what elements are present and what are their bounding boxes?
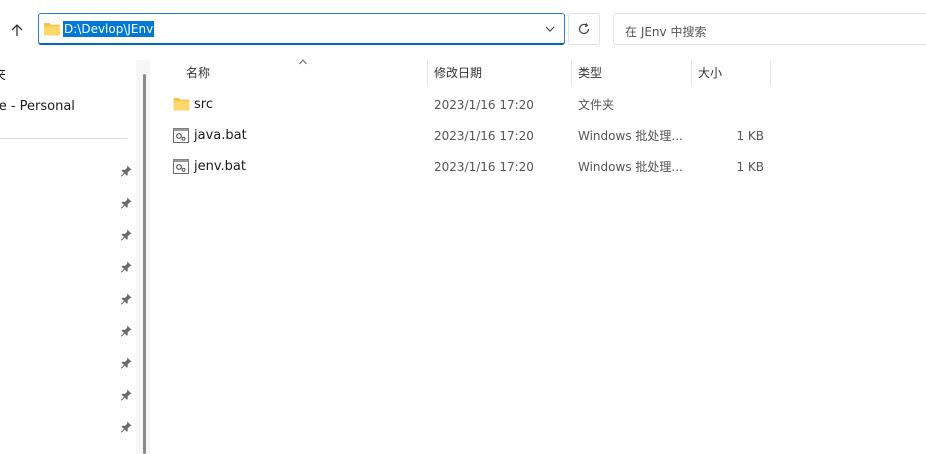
address-bar[interactable]: D:\Devlop\JEnv	[38, 13, 565, 45]
file-name[interactable]: jenv.bat	[194, 153, 246, 181]
column-header-date[interactable]: 修改日期	[434, 56, 482, 90]
pin-icon[interactable]	[119, 356, 133, 370]
search-placeholder: 在 JEnv 中搜索	[625, 25, 707, 39]
nav-item-onedrive[interactable]: ve - Personal	[0, 99, 75, 114]
sort-ascending-icon	[299, 59, 307, 65]
file-name[interactable]: java.bat	[194, 122, 247, 150]
column-separator[interactable]	[427, 60, 428, 86]
pin-icon[interactable]	[119, 420, 133, 434]
arrow-up-icon	[11, 24, 23, 36]
address-path-text[interactable]: D:\Devlop\JEnv	[63, 21, 155, 37]
column-separator[interactable]	[770, 60, 771, 86]
pin-icon[interactable]	[119, 388, 133, 402]
pin-icon[interactable]	[119, 228, 133, 242]
file-date: 2023/1/16 17:20	[434, 160, 534, 174]
nav-scrollbar-thumb[interactable]	[143, 74, 146, 454]
column-separator[interactable]	[571, 60, 572, 86]
file-type: 文件夹	[578, 98, 615, 112]
search-input[interactable]: 在 JEnv 中搜索	[613, 13, 926, 45]
file-type: Windows 批处理...	[578, 129, 683, 143]
file-row-java-bat[interactable]: java.bat 2023/1/16 17:20 Windows 批处理... …	[170, 122, 790, 150]
file-row-src[interactable]: src 2023/1/16 17:20 文件夹	[170, 91, 790, 119]
refresh-button[interactable]	[568, 13, 600, 45]
batch-file-icon	[173, 159, 189, 174]
pin-icon[interactable]	[119, 292, 133, 306]
folder-icon	[173, 98, 190, 111]
nav-divider	[0, 138, 127, 139]
column-header-row: 名称 修改日期 类型 大小	[150, 56, 926, 90]
nav-item-folder[interactable]: 夹	[0, 64, 6, 83]
file-size: 1 KB	[736, 129, 764, 143]
refresh-icon	[578, 23, 590, 35]
column-header-size[interactable]: 大小	[698, 56, 722, 90]
batch-file-icon	[173, 128, 189, 143]
file-explorer-window: D:\Devlop\JEnv 在 JEnv 中搜索 夹 ve - Persona…	[0, 0, 926, 454]
file-date: 2023/1/16 17:20	[434, 98, 534, 112]
chevron-down-icon[interactable]	[544, 23, 556, 35]
pin-icon[interactable]	[119, 260, 133, 274]
file-size: 1 KB	[736, 160, 764, 174]
pin-icon[interactable]	[119, 324, 133, 338]
column-header-name[interactable]: 名称	[186, 56, 210, 90]
folder-icon	[44, 23, 60, 36]
file-date: 2023/1/16 17:20	[434, 129, 534, 143]
navigation-pane: 夹 ve - Personal	[0, 56, 150, 454]
column-header-type[interactable]: 类型	[578, 56, 602, 90]
file-size	[708, 91, 764, 119]
file-type: Windows 批处理...	[578, 160, 683, 174]
pin-icon[interactable]	[119, 164, 133, 178]
pin-icon[interactable]	[119, 196, 133, 210]
column-separator[interactable]	[691, 60, 692, 86]
up-button[interactable]	[4, 14, 30, 46]
file-name[interactable]: src	[194, 91, 213, 119]
file-row-jenv-bat[interactable]: jenv.bat 2023/1/16 17:20 Windows 批处理... …	[170, 153, 790, 181]
